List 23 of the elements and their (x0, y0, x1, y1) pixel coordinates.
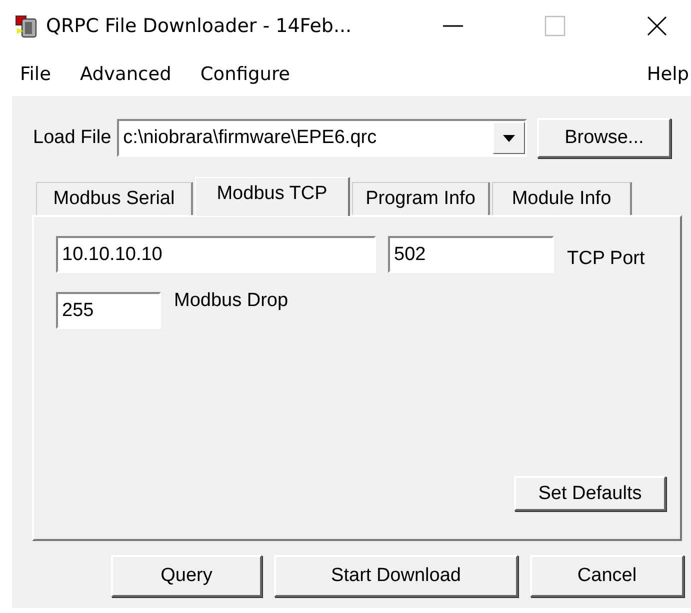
tab[interactable]: Program Info (352, 182, 490, 215)
window-title: QRPC File Downloader - 14Feb... (46, 15, 352, 37)
action-button[interactable]: Query (111, 555, 262, 597)
menu-item[interactable]: File (20, 64, 51, 84)
action-button[interactable]: Start Download (274, 555, 518, 597)
action-button[interactable]: Cancel (530, 555, 684, 597)
browse-button[interactable]: Browse... (537, 118, 672, 158)
load-file-label: Load File (33, 127, 112, 149)
menu-item[interactable]: Help (646, 64, 689, 84)
tab[interactable]: Modbus TCP (195, 177, 350, 216)
close-icon[interactable] (646, 15, 668, 37)
modbus-drop-field[interactable]: 255 (56, 292, 161, 329)
load-file-combo[interactable]: c:\niobrara\firmware\EPE6.qrc (117, 119, 528, 157)
tab[interactable]: Module Info (492, 182, 632, 215)
tcp-port-field[interactable]: 502 (388, 236, 554, 273)
menu-item[interactable]: Advanced (80, 64, 172, 84)
tcp-port-label: TCP Port (567, 246, 645, 270)
tab[interactable]: Modbus Serial (36, 182, 193, 215)
set-defaults-button[interactable]: Set Defaults (514, 476, 666, 511)
ip-address-field[interactable]: 10.10.10.10 (56, 236, 376, 273)
menu-item[interactable]: Configure (200, 64, 290, 84)
dropdown-arrow-icon[interactable] (503, 134, 516, 142)
modbus-drop-label: Modbus Drop (174, 290, 288, 313)
